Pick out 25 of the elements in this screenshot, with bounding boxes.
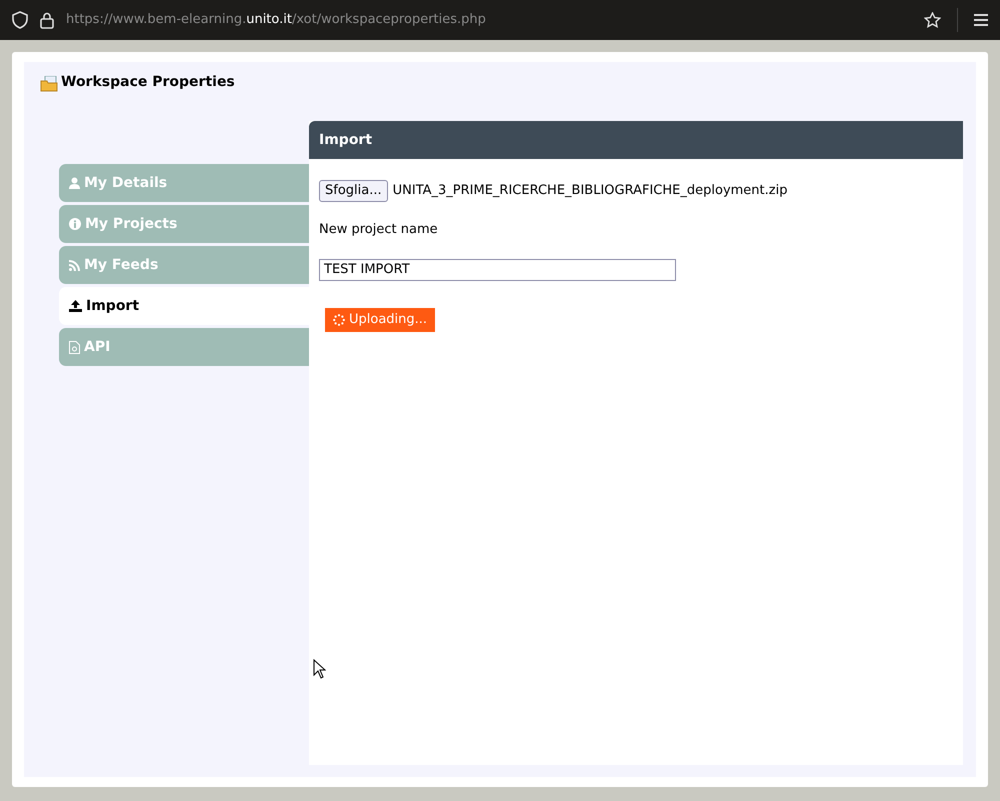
sidebar-tab[interactable]: Import xyxy=(59,287,309,325)
address-bar[interactable]: https://www.bem-elearning.unito.it/xot/workspaceproperties.php xyxy=(66,10,912,30)
rss-icon xyxy=(69,260,80,270)
shield-icon[interactable] xyxy=(12,11,28,29)
panel-title: Import xyxy=(319,130,372,150)
spinner-icon xyxy=(333,314,345,326)
sidebar-tab[interactable]: My Details xyxy=(59,164,309,202)
folder-icon xyxy=(40,76,58,92)
uploading-button[interactable]: Uploading... xyxy=(325,308,436,332)
star-icon[interactable] xyxy=(924,12,941,28)
browse-button[interactable]: Sfoglia... xyxy=(319,180,388,202)
menu-icon[interactable] xyxy=(974,14,988,26)
upload-icon xyxy=(69,300,82,312)
sidebar-tab[interactable]: My Feeds xyxy=(59,246,309,284)
lock-icon[interactable] xyxy=(40,12,54,28)
cursor-icon xyxy=(313,658,326,678)
file-name: UNITA_3_PRIME_RICERCHE_BIBLIOGRAFICHE_deployment.zip xyxy=(392,182,788,200)
page-title: Workspace Properties xyxy=(61,72,235,92)
sidebar-tab[interactable]: API xyxy=(59,328,309,366)
project-name-field[interactable]: TEST IMPORT xyxy=(319,258,676,280)
sidebar-tab[interactable]: My Projects xyxy=(59,205,309,243)
field-label: New project name xyxy=(319,221,439,239)
person-icon xyxy=(69,177,80,189)
document-icon xyxy=(69,340,80,354)
info-icon xyxy=(69,218,81,230)
